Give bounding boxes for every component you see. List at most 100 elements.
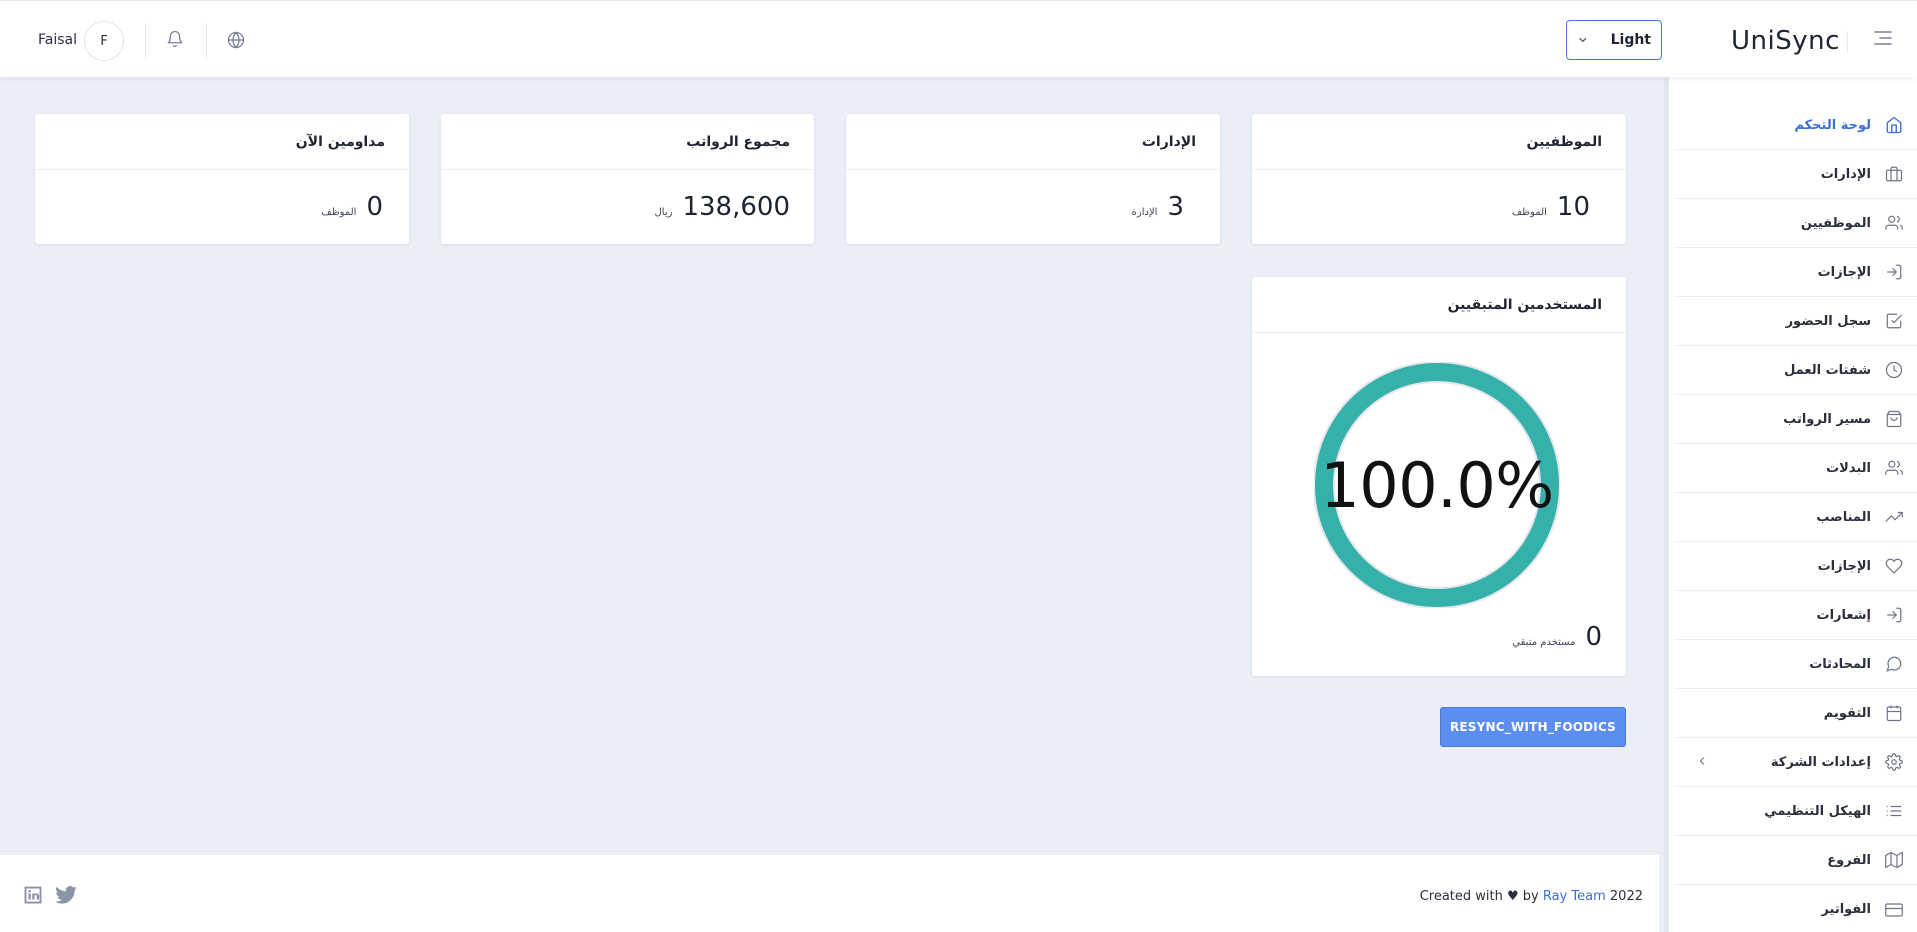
linkedin-icon[interactable] bbox=[24, 886, 42, 904]
stat-unit: الموظف bbox=[321, 207, 357, 218]
sidebar-item-chats[interactable]: المحادثات bbox=[1674, 640, 1917, 689]
remaining-count: مستخدم متبقي 0 bbox=[1512, 622, 1602, 652]
footer: Created with ♥ by Ray Team 2022 bbox=[0, 855, 1659, 932]
top-header: Faisal F Light UniSync bbox=[0, 0, 1917, 77]
card-body: الإدارة 3 bbox=[846, 170, 1220, 222]
sidebar-item-branches[interactable]: الفروع bbox=[1674, 836, 1917, 885]
stat-unit: الموظف bbox=[1511, 207, 1547, 218]
sidebar-item-label: الإجازات bbox=[1817, 264, 1871, 280]
stat-value: 138,600 bbox=[682, 192, 790, 222]
user-name[interactable]: Faisal bbox=[38, 32, 77, 48]
ring-percent-label: 100.0% bbox=[1320, 448, 1554, 522]
sidebar-item-invoices[interactable]: الفواتير bbox=[1674, 885, 1917, 932]
sidebar-item-notifications[interactable]: إشعارات bbox=[1674, 591, 1917, 640]
sidebar-item-positions[interactable]: المناصب bbox=[1674, 493, 1917, 542]
resync-foodics-button[interactable]: RESYNC_WITH_FOODICS bbox=[1440, 707, 1626, 747]
map-icon bbox=[1885, 851, 1903, 869]
sidebar-item-label: الهيكل التنظيمي bbox=[1764, 803, 1871, 819]
theme-selector[interactable]: Light bbox=[1566, 20, 1662, 60]
card-title: الإدارات bbox=[1141, 133, 1196, 150]
sidebar-item-calendar[interactable]: التقويم bbox=[1674, 689, 1917, 738]
theme-selector-value: Light bbox=[1610, 32, 1651, 48]
users-icon bbox=[1885, 215, 1903, 230]
calendar-icon bbox=[1886, 705, 1902, 722]
card-header: مداومين الآن bbox=[35, 114, 409, 170]
sidebar-item-dashboard[interactable]: لوحة التحكم bbox=[1674, 101, 1917, 150]
log-in-icon bbox=[1887, 264, 1902, 280]
sidebar-item-payroll[interactable]: مسير الرواتب bbox=[1674, 395, 1917, 444]
check-square-icon bbox=[1886, 313, 1902, 329]
sidebar-item-label: مسير الرواتب bbox=[1783, 411, 1871, 427]
sidebar-item-company-settings[interactable]: إعدادات الشركة bbox=[1674, 738, 1917, 787]
remaining-users-card: المستخدمين المتبقيين 100.0% مستخدم متبقي… bbox=[1252, 277, 1626, 676]
sidebar-item-label: إعدادات الشركة bbox=[1770, 754, 1871, 770]
sidebar-item-label: سجل الحضور bbox=[1785, 313, 1871, 329]
stat-card-employees: الموظفيين الموظف 10 bbox=[1252, 114, 1626, 244]
sidebar-item-label: شفتات العمل bbox=[1784, 362, 1871, 378]
globe-icon[interactable] bbox=[227, 31, 245, 49]
sidebar-item-label: البدلات bbox=[1826, 460, 1871, 476]
twitter-icon[interactable] bbox=[55, 886, 77, 904]
stat-card-salaries: مجموع الرواتب ريال 138,600 bbox=[441, 114, 814, 244]
sidebar-item-leaves[interactable]: الإجازات bbox=[1674, 248, 1917, 297]
card-header: الإدارات bbox=[846, 114, 1220, 170]
header-divider bbox=[1847, 31, 1848, 53]
chevron-down-icon bbox=[1579, 37, 1587, 43]
sidebar-item-label: الموظفيين bbox=[1800, 215, 1871, 231]
card-title: مجموع الرواتب bbox=[686, 133, 790, 150]
stat-unit: ريال bbox=[654, 207, 673, 218]
home-icon bbox=[1886, 116, 1902, 134]
sidebar-item-label: الإجازات bbox=[1817, 558, 1871, 574]
sidebar-item-label: التقويم bbox=[1823, 705, 1871, 721]
sidebar-item-allowances[interactable]: البدلات bbox=[1674, 444, 1917, 493]
sidebar-item-departments[interactable]: الإدارات bbox=[1674, 150, 1917, 199]
shopping-bag-icon bbox=[1886, 410, 1902, 428]
credit-prefix: Created with ♥ by bbox=[1419, 889, 1539, 904]
sidebar-item-label: الفواتير bbox=[1821, 902, 1871, 917]
footer-year: 2022 bbox=[1609, 889, 1643, 904]
footer-credit: Created with ♥ by Ray Team 2022 bbox=[1420, 889, 1643, 904]
stat-unit: الإدارة bbox=[1131, 207, 1158, 218]
header-divider bbox=[206, 23, 207, 59]
menu-icon[interactable] bbox=[1873, 30, 1893, 46]
progress-ring: 100.0% bbox=[1313, 361, 1561, 609]
sidebar-item-label: المحادثات bbox=[1809, 656, 1871, 672]
header-divider bbox=[145, 23, 146, 59]
avatar[interactable]: F bbox=[84, 21, 124, 61]
users-icon bbox=[1885, 460, 1903, 475]
stat-value: 0 bbox=[1585, 622, 1602, 652]
card-title: المستخدمين المتبقيين bbox=[1447, 296, 1602, 313]
card-header: المستخدمين المتبقيين bbox=[1252, 277, 1626, 333]
sidebar-nav: لوحة التحكم الإدارات الموظفيين الإجازات … bbox=[1664, 77, 1917, 932]
sidebar-item-org-structure[interactable]: الهيكل التنظيمي bbox=[1674, 787, 1917, 836]
sidebar-item-label: الفروع bbox=[1827, 852, 1871, 868]
chevron-left-icon[interactable] bbox=[1696, 755, 1708, 767]
settings-icon bbox=[1885, 753, 1903, 771]
card-header: الموظفيين bbox=[1252, 114, 1626, 170]
sidebar-item-employees[interactable]: الموظفيين bbox=[1674, 199, 1917, 248]
list-icon bbox=[1886, 805, 1902, 817]
sidebar-item-label: إشعارات bbox=[1816, 607, 1871, 623]
card-header: مجموع الرواتب bbox=[441, 114, 814, 170]
card-body: الموظف 0 bbox=[35, 170, 409, 222]
brand-logo[interactable]: UniSync bbox=[1731, 26, 1840, 56]
sidebar-item-attendance[interactable]: سجل الحضور bbox=[1674, 297, 1917, 346]
trending-up-icon bbox=[1885, 511, 1903, 522]
sidebar-item-label: الإدارات bbox=[1820, 166, 1871, 182]
briefcase-icon bbox=[1885, 166, 1903, 182]
message-circle-icon bbox=[1886, 656, 1902, 672]
sidebar-item-shifts[interactable]: شفتات العمل bbox=[1674, 346, 1917, 395]
card-body: الموظف 10 bbox=[1252, 170, 1626, 222]
stat-card-departments: الإدارات الإدارة 3 bbox=[846, 114, 1220, 244]
sidebar-item-label: لوحة التحكم bbox=[1794, 117, 1871, 133]
stat-value: 0 bbox=[366, 192, 383, 222]
sidebar-item-vacations[interactable]: الإجازات bbox=[1674, 542, 1917, 591]
heart-icon bbox=[1885, 558, 1903, 574]
card-body: ريال 138,600 bbox=[441, 170, 814, 222]
bell-icon[interactable] bbox=[166, 30, 184, 48]
card-title: الموظفيين bbox=[1526, 133, 1602, 150]
team-link[interactable]: Ray Team bbox=[1543, 889, 1606, 904]
stat-value: 3 bbox=[1167, 192, 1184, 222]
log-in-icon bbox=[1887, 607, 1902, 623]
clock-icon bbox=[1885, 361, 1903, 379]
